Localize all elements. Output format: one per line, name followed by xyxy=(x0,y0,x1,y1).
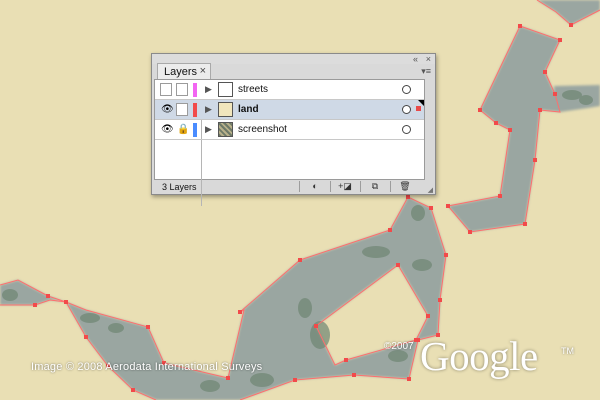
expand-arrow-icon[interactable]: ▶ xyxy=(205,124,212,135)
expand-arrow-icon[interactable]: ▶ xyxy=(205,104,212,115)
layer-thumbnail xyxy=(218,82,233,97)
layer-name[interactable]: streets xyxy=(238,84,268,95)
panel-menu-icon[interactable]: ▾≡ xyxy=(421,66,431,77)
tab-close-icon[interactable]: × xyxy=(200,65,206,77)
layer-row-screenshot[interactable]: 👁 🔒 ▶ screenshot xyxy=(155,120,424,140)
google-logo: Google xyxy=(420,333,538,379)
statusbar-separator xyxy=(390,181,391,192)
target-circle-icon[interactable] xyxy=(402,105,411,114)
resize-grip-icon[interactable]: ◢ xyxy=(428,186,433,194)
layer-count: 3 Layers xyxy=(162,182,197,192)
target-circle-icon[interactable] xyxy=(402,125,411,134)
tab-layers[interactable]: Layers × xyxy=(157,63,211,79)
current-layer-corner-icon xyxy=(418,100,424,106)
visibility-toggle[interactable] xyxy=(160,83,172,96)
lock-toggle[interactable] xyxy=(176,83,188,96)
tab-layers-label: Layers xyxy=(164,66,198,78)
layer-color-swatch xyxy=(193,103,197,117)
layer-thumbnail xyxy=(218,102,233,117)
layer-name[interactable]: land xyxy=(238,104,259,115)
eye-icon[interactable]: 👁 xyxy=(160,123,174,136)
lock-toggle[interactable] xyxy=(176,103,188,116)
statusbar-separator xyxy=(330,181,331,192)
imagery-credit: Image © 2008 Aerodata International Surv… xyxy=(31,361,263,373)
layer-row-land[interactable]: 👁 ▶ land xyxy=(155,100,424,120)
panel-statusbar: 3 Layers ◐ +◪ ⧉ 🗑 ◢ xyxy=(152,180,435,195)
layer-color-swatch xyxy=(193,83,197,97)
trademark-text: TM xyxy=(561,346,574,356)
trash-icon[interactable]: 🗑 xyxy=(396,180,414,192)
target-circle-icon[interactable] xyxy=(402,85,411,94)
layer-thumbnail xyxy=(218,122,233,137)
statusbar-separator xyxy=(299,181,300,192)
layers-panel[interactable]: « × Layers × ▾≡ ▶ streets 👁 ▶ land 👁 🔒 ▶… xyxy=(151,53,436,206)
layer-name[interactable]: screenshot xyxy=(238,124,287,135)
eye-icon[interactable]: 👁 xyxy=(160,103,174,116)
lock-icon[interactable]: 🔒 xyxy=(176,123,189,136)
statusbar-separator xyxy=(360,181,361,192)
make-clipping-mask-icon[interactable]: ◐ xyxy=(306,180,324,192)
panel-tab-row: Layers × ▾≡ xyxy=(152,63,435,79)
copyright-text: ©2007 xyxy=(384,341,414,352)
layers-list[interactable]: ▶ streets 👁 ▶ land 👁 🔒 ▶ screenshot xyxy=(154,79,425,206)
new-layer-icon[interactable]: ⧉ xyxy=(366,180,384,192)
expand-arrow-icon[interactable]: ▶ xyxy=(205,84,212,95)
layer-row-streets[interactable]: ▶ streets xyxy=(155,80,424,100)
create-sublayer-icon[interactable]: +◪ xyxy=(335,180,355,192)
layer-color-swatch xyxy=(193,123,197,137)
selection-indicator-icon xyxy=(416,106,421,111)
